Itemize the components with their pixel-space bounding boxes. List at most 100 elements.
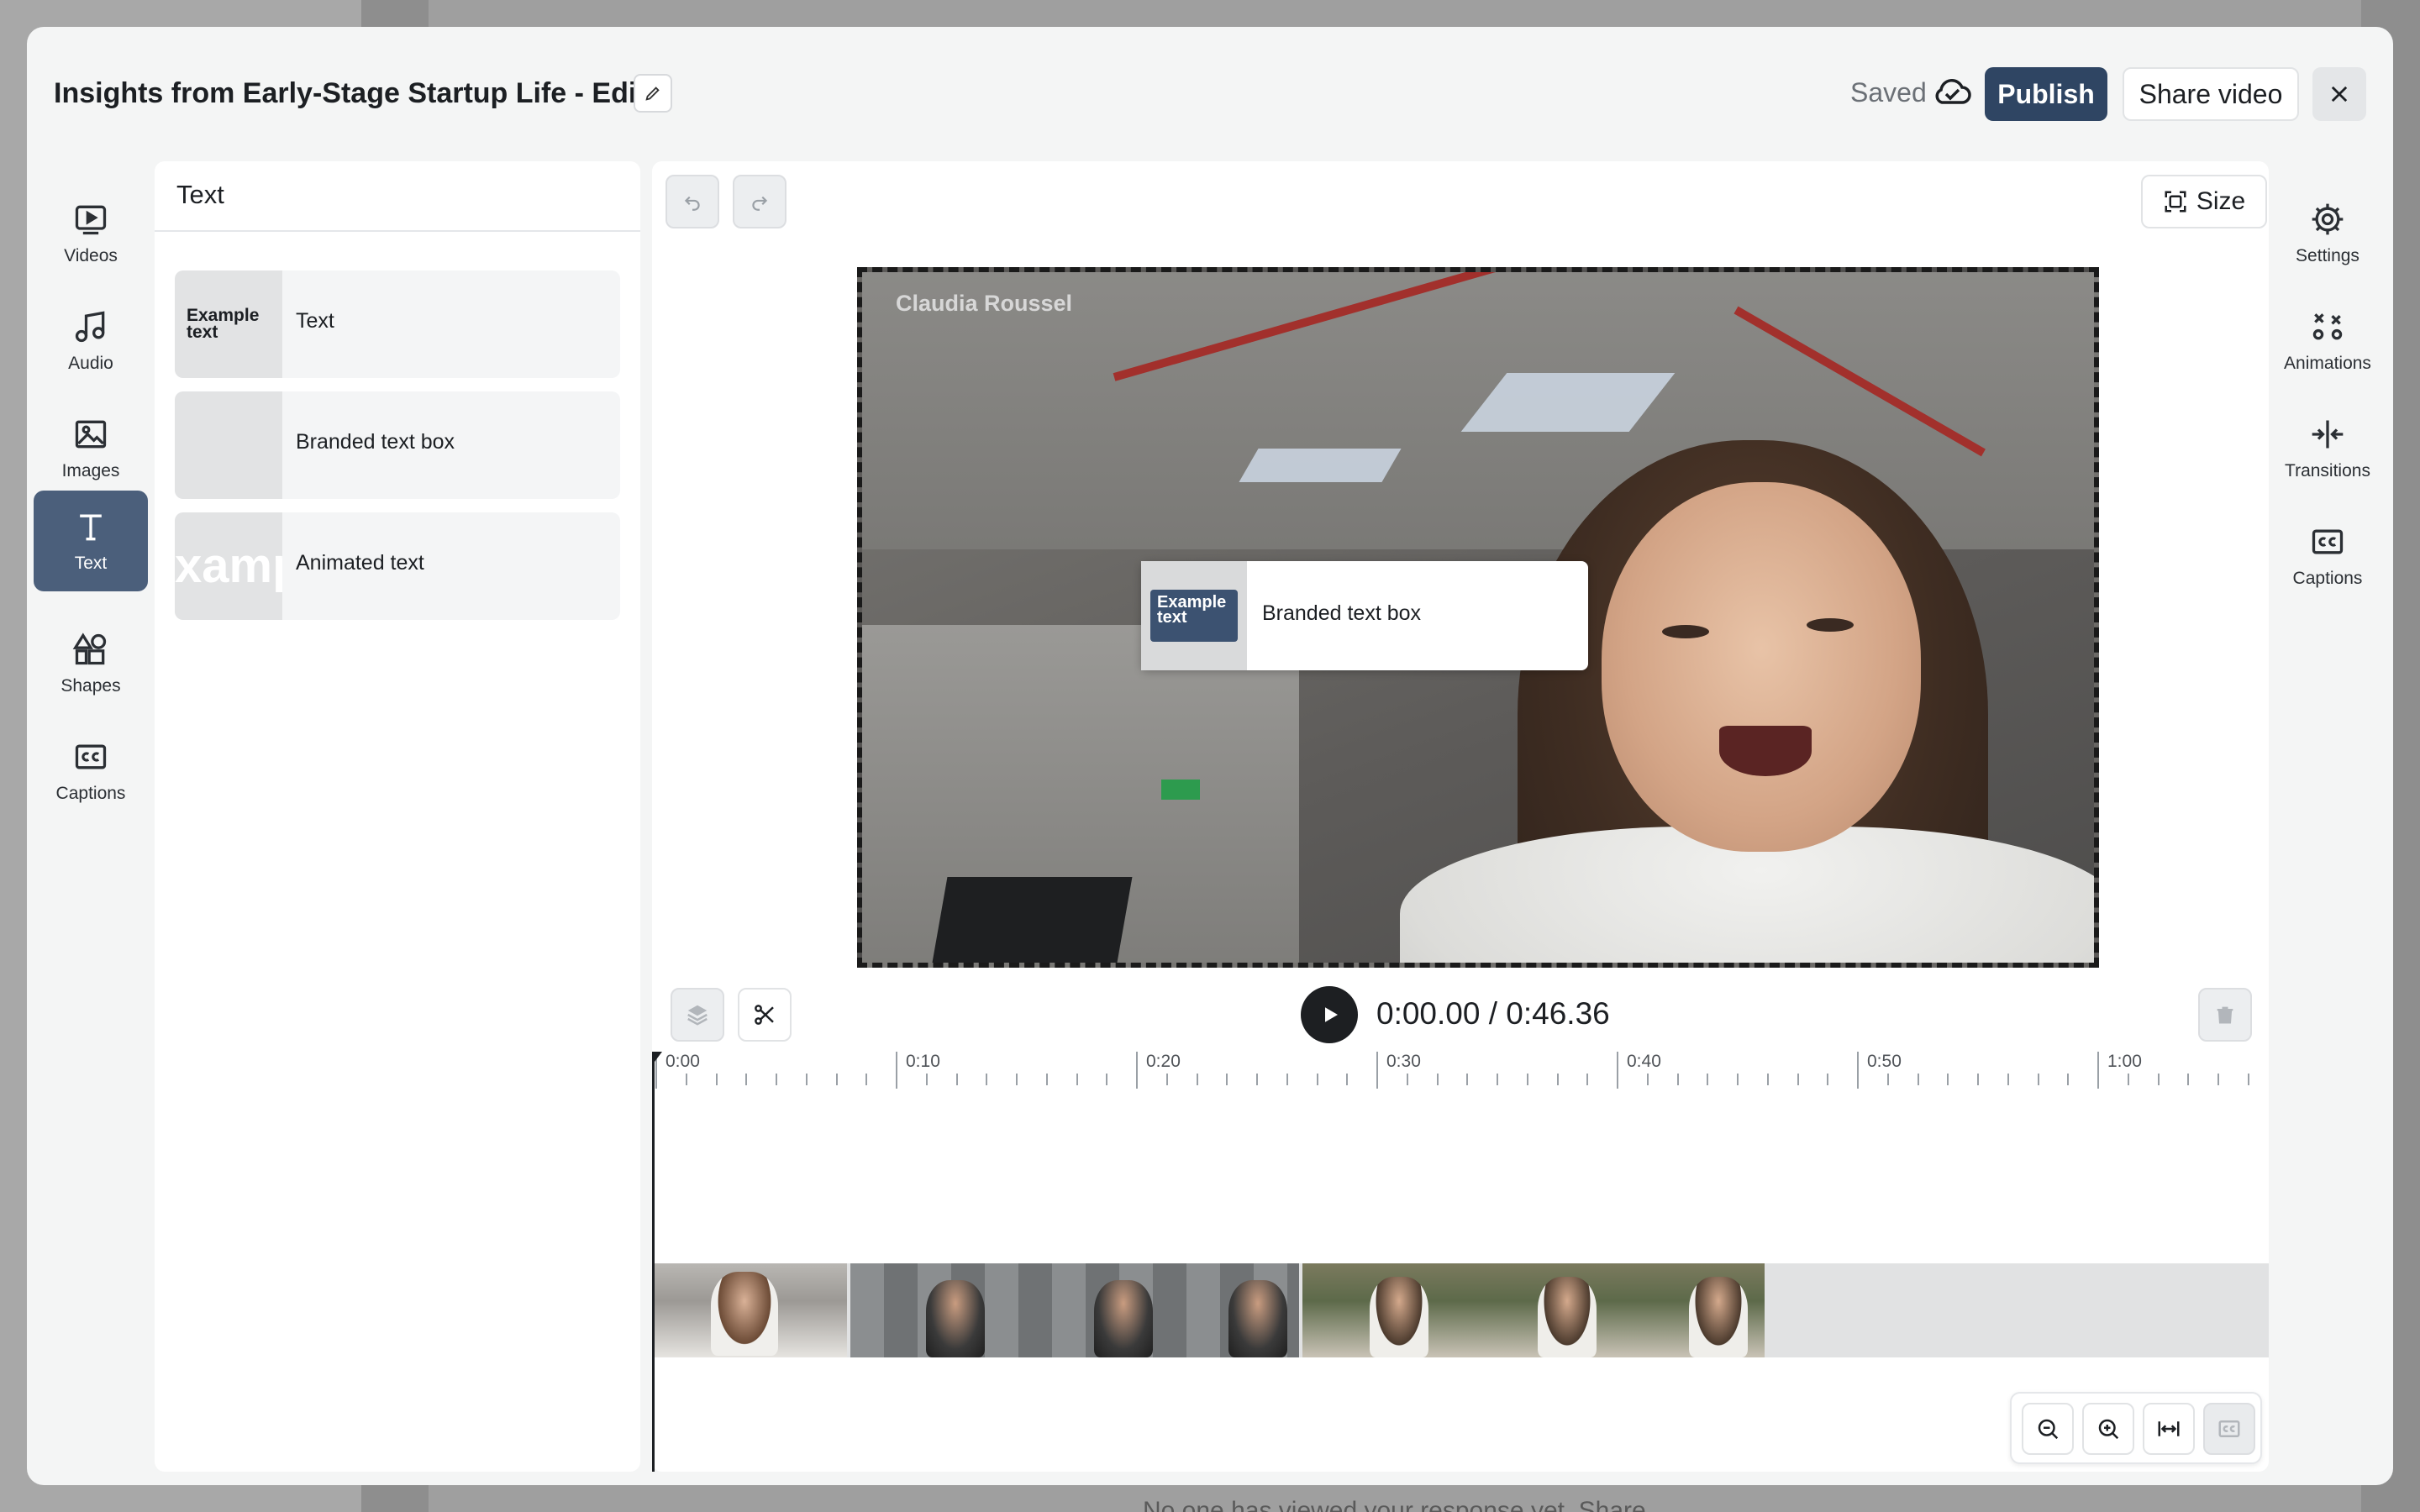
video-person-face — [1602, 482, 1921, 852]
text-option-label: Branded text box — [296, 430, 455, 454]
ruler-minor-tick — [1886, 1074, 1889, 1085]
ruler-minor-tick — [1556, 1074, 1559, 1085]
rail-label: Shapes — [60, 676, 121, 696]
saved-status: Saved — [1850, 77, 1927, 108]
rail-transitions[interactable]: Transitions — [2270, 398, 2385, 499]
rail-label: Captions — [2292, 569, 2363, 588]
undo-button[interactable] — [666, 175, 719, 228]
rail-shapes[interactable]: Shapes — [34, 613, 148, 714]
video-track[interactable] — [652, 1263, 2269, 1357]
publish-button[interactable]: Publish — [1985, 67, 2107, 121]
redo-icon — [752, 196, 768, 211]
zoom-in-button[interactable] — [2082, 1403, 2134, 1455]
play-button[interactable] — [1301, 986, 1358, 1043]
clip-frame — [711, 1272, 778, 1356]
timeline-clip[interactable] — [1302, 1263, 1765, 1357]
video-person-mouth — [1719, 726, 1812, 776]
split-button[interactable] — [738, 988, 792, 1042]
ruler-minor-tick — [1016, 1074, 1018, 1085]
video-canvas[interactable]: Claudia Roussel Example text Branded tex… — [857, 267, 2099, 968]
ruler-minor-tick — [1797, 1074, 1799, 1085]
ruler-minor-tick — [1045, 1074, 1048, 1085]
ruler-minor-tick — [715, 1074, 718, 1085]
video-name-caption: Claudia Roussel — [896, 291, 1073, 316]
delete-button[interactable] — [2198, 988, 2252, 1042]
share-video-button[interactable]: Share video — [2123, 67, 2299, 121]
ruler-minor-tick — [1346, 1074, 1349, 1085]
ruler-minor-tick — [2157, 1074, 2160, 1085]
captions-icon — [2312, 529, 2344, 554]
branded-text-box-overlay[interactable]: Example text Branded text box — [1141, 561, 1588, 670]
ruler-major-tick — [1136, 1052, 1138, 1089]
ruler-minor-tick — [925, 1074, 928, 1085]
ruler-major-tick — [1617, 1052, 1618, 1089]
rail-label: Audio — [68, 354, 113, 373]
ruler-minor-tick — [1646, 1074, 1649, 1085]
clip-frame — [1538, 1277, 1597, 1357]
video-person-eye — [1662, 625, 1709, 638]
video-preview-panel: Size Claudia Roussel Example text Brande… — [652, 161, 2269, 1090]
animations-icon — [2312, 313, 2343, 340]
rail-label: Transitions — [2285, 461, 2370, 480]
ruler-minor-tick — [685, 1074, 687, 1085]
ruler-major-tick — [896, 1052, 897, 1089]
ruler-label: 0:40 — [1627, 1052, 1661, 1071]
timeline-ruler[interactable]: 0:00 0:10 0:20 0:30 0:40 0:50 1:00 — [652, 1052, 2269, 1102]
scissors-icon — [755, 1005, 774, 1025]
ruler-minor-tick — [955, 1074, 958, 1085]
caption-track-button[interactable] — [2203, 1403, 2255, 1455]
ruler-label: 0:50 — [1867, 1052, 1902, 1071]
ruler-minor-tick — [1737, 1074, 1739, 1085]
rail-captions[interactable]: Captions — [34, 721, 148, 822]
ruler-minor-tick — [1977, 1074, 1979, 1085]
text-option-thumbnail — [175, 391, 282, 499]
playhead[interactable] — [652, 1057, 655, 1472]
ruler-minor-tick — [1766, 1074, 1769, 1085]
text-option-animated-text[interactable]: xamp text Animated text — [175, 512, 620, 620]
rail-settings[interactable]: Settings — [2270, 183, 2385, 284]
ruler-minor-tick — [1586, 1074, 1589, 1085]
layers-button[interactable] — [671, 988, 724, 1042]
ruler-label: 0:10 — [906, 1052, 940, 1071]
ruler-label: 0:20 — [1146, 1052, 1181, 1071]
ruler-label: 0:00 — [666, 1052, 700, 1071]
rail-videos[interactable]: Videos — [34, 183, 148, 284]
edit-title-button[interactable] — [634, 74, 672, 113]
rail-text[interactable]: Text — [34, 491, 148, 591]
ruler-minor-tick — [1076, 1074, 1078, 1085]
close-button[interactable] — [2312, 67, 2366, 121]
ruler-major-tick — [1376, 1052, 1378, 1089]
video-monitor — [928, 877, 1133, 963]
ruler-minor-tick — [1226, 1074, 1228, 1085]
ruler-minor-tick — [1526, 1074, 1528, 1085]
timeline-clip[interactable] — [652, 1263, 847, 1357]
zoom-out-button[interactable] — [2022, 1403, 2074, 1455]
text-option-text[interactable]: Example text Text — [175, 270, 620, 378]
transitions-icon — [2312, 420, 2344, 449]
gear-icon — [2312, 203, 2344, 235]
rail-animations[interactable]: Animations — [2270, 291, 2385, 391]
text-icon — [80, 514, 102, 541]
cloud-check-icon — [1935, 79, 1971, 104]
playhead-handle[interactable] — [652, 1052, 662, 1065]
image-icon — [75, 420, 107, 449]
ruler-major-tick — [2097, 1052, 2099, 1089]
ruler-major-tick — [1857, 1052, 1859, 1089]
ruler-minor-tick — [1256, 1074, 1258, 1085]
zoom-controls — [2010, 1392, 2262, 1464]
ruler-label: 0:30 — [1386, 1052, 1421, 1071]
text-option-branded-text-box[interactable]: Branded text box — [175, 391, 620, 499]
ruler-minor-tick — [986, 1074, 988, 1085]
rail-captions-right[interactable]: Captions — [2270, 506, 2385, 606]
rail-images[interactable]: Images — [34, 398, 148, 499]
rail-label: Animations — [2284, 354, 2371, 373]
text-option-label: Text — [296, 309, 334, 333]
fit-timeline-button[interactable] — [2143, 1403, 2195, 1455]
size-button[interactable]: Size — [2141, 175, 2267, 228]
redo-button[interactable] — [733, 175, 786, 228]
rail-audio[interactable]: Audio — [34, 291, 148, 391]
ruler-minor-tick — [1196, 1074, 1198, 1085]
ruler-label: 1:00 — [2107, 1052, 2142, 1071]
ruler-minor-tick — [2037, 1074, 2039, 1085]
timeline-clip[interactable] — [850, 1263, 1299, 1357]
